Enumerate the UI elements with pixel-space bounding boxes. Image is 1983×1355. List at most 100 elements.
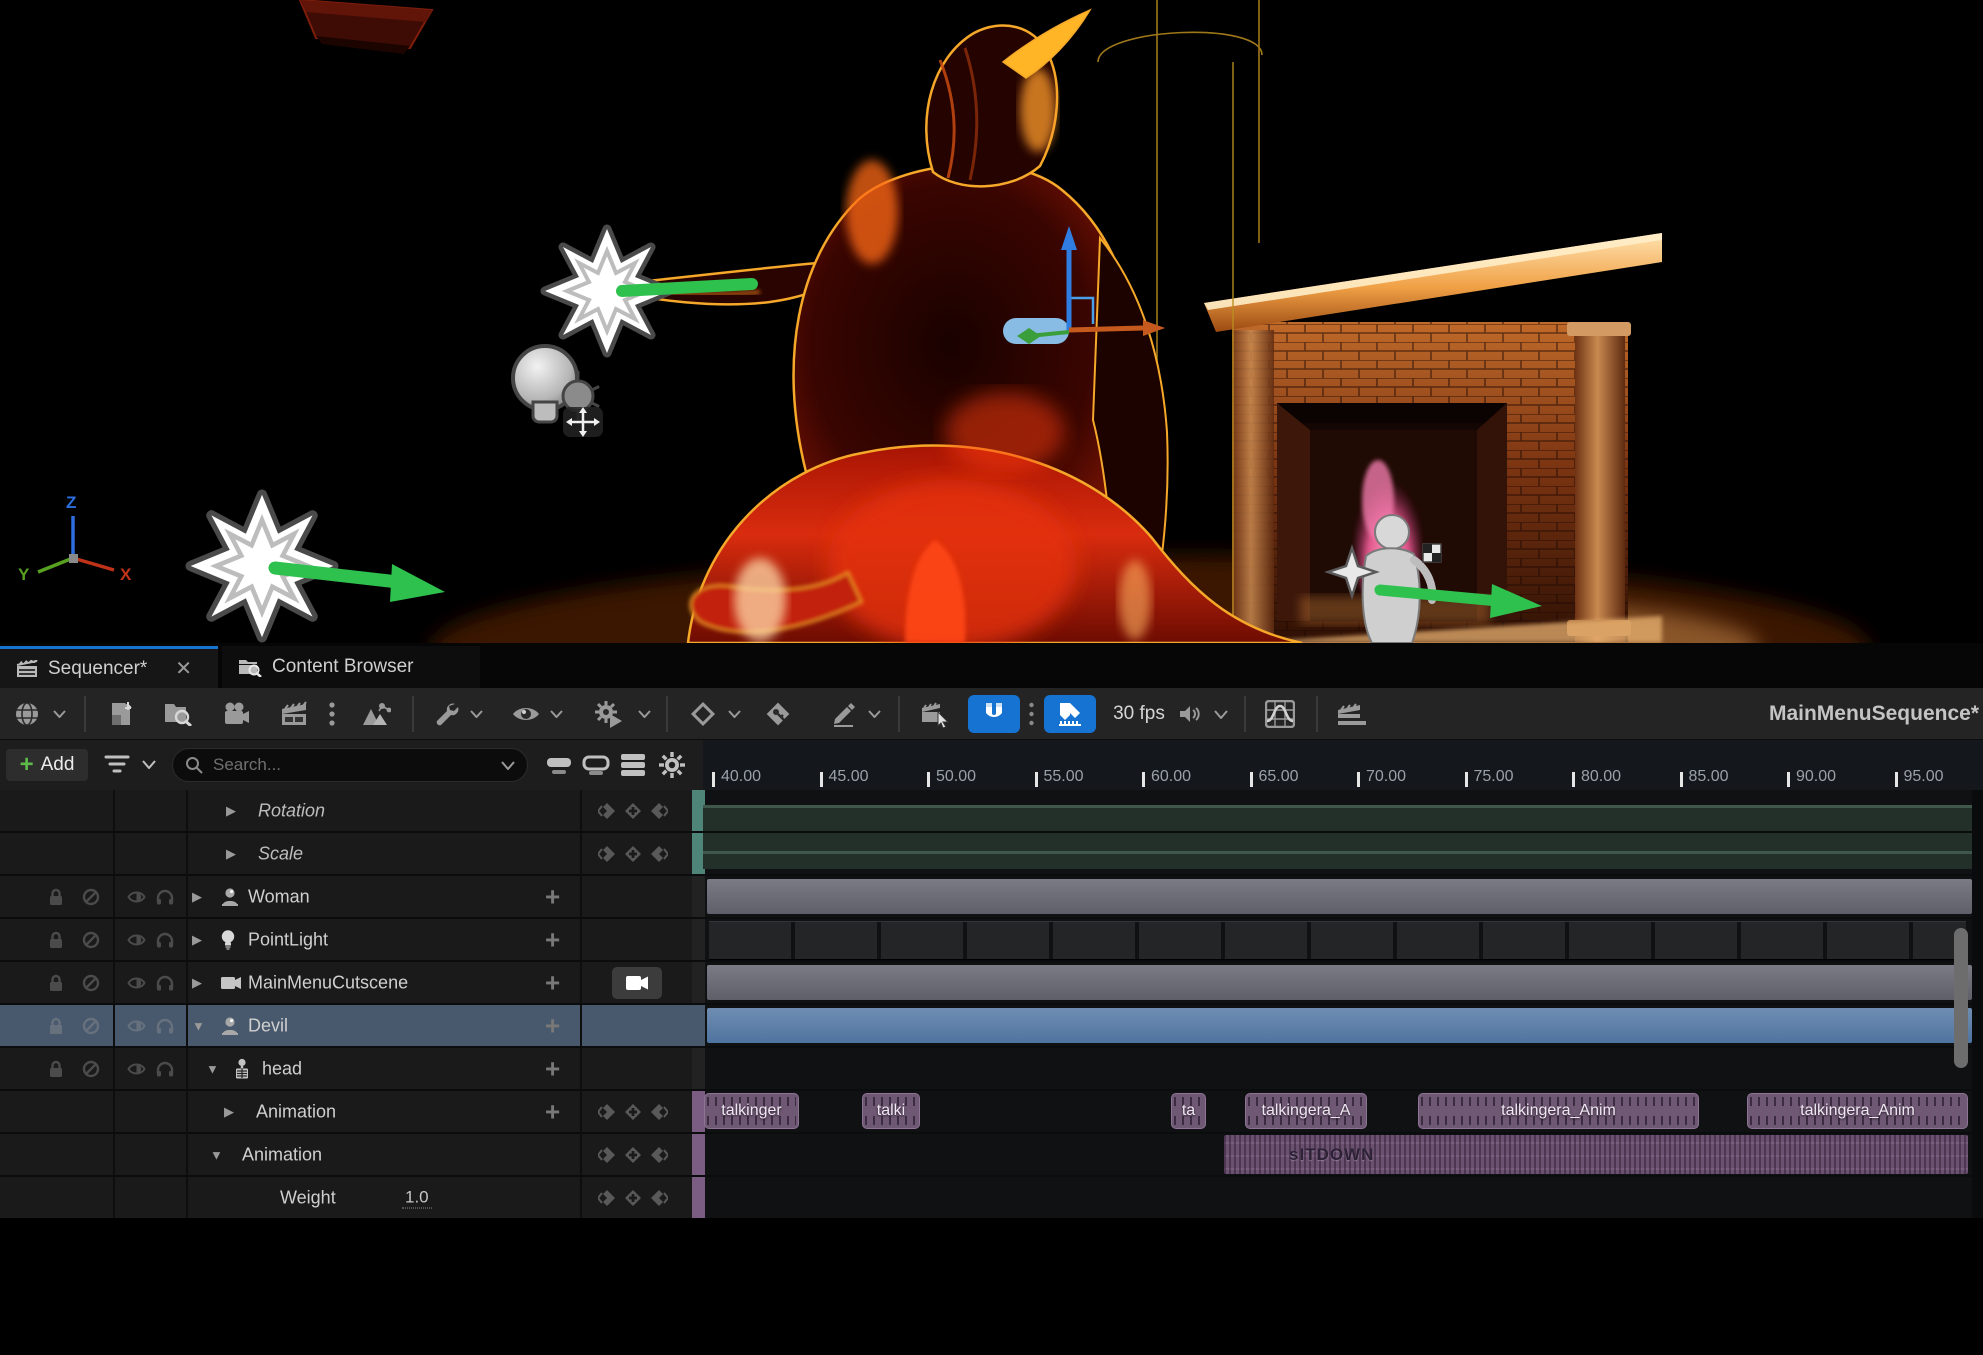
animation-clip[interactable]: talki [862,1093,920,1129]
chevron-down-icon[interactable] [1210,688,1232,740]
headphones-icon[interactable] [156,889,174,905]
expand-arrow-icon[interactable]: ▶ [226,846,236,862]
track-row-pointlight[interactable]: ▶PointLight+ [0,919,703,960]
add-section-button[interactable]: + [545,881,560,912]
track-row-animation[interactable]: ▼Animation [0,1134,703,1175]
ruler-snap-icon[interactable] [1044,695,1096,733]
animation-clip[interactable]: ta [1171,1093,1206,1129]
light-direction-arrow[interactable] [622,284,752,291]
animation-clip[interactable]: talkingera_Anim [1747,1093,1968,1129]
key-navigation-buttons[interactable] [598,1189,668,1207]
track-row-devil[interactable]: ▼Devil+ [0,1005,703,1046]
expand-arrow-icon[interactable]: ▶ [192,975,202,991]
collapse-arrow-icon[interactable]: ▼ [192,1018,205,1033]
lock-icon[interactable] [48,888,64,906]
visibility-icon[interactable] [127,1018,146,1033]
chevron-down-icon[interactable] [466,688,486,740]
lock-icon[interactable] [48,974,64,992]
size-medium-icon[interactable] [582,753,610,777]
camera-icon[interactable] [214,688,258,740]
lock-icon[interactable] [48,1060,64,1078]
track-lane-weight[interactable] [703,1177,1972,1218]
track-row-animation[interactable]: ▶Animation+ [0,1091,703,1132]
section-bar-selected[interactable] [707,1008,1972,1043]
close-icon[interactable]: ✕ [175,656,192,681]
track-lane-pointlight[interactable] [703,919,1972,960]
view-eye-icon[interactable] [504,688,548,740]
animation-clip[interactable]: talkingera_A [1245,1093,1367,1129]
expand-arrow-icon[interactable]: ▶ [192,889,202,905]
save-asset-icon[interactable] [100,688,144,740]
ban-icon[interactable] [82,888,100,906]
speaker-icon[interactable] [1176,688,1202,740]
world-icon[interactable] [6,688,48,740]
expand-arrow-icon[interactable]: ▶ [226,803,236,819]
track-row-scale[interactable]: ▶Scale [0,833,703,874]
filter-icon[interactable] [104,753,130,777]
browse-icon[interactable] [156,688,200,740]
add-section-button[interactable]: + [545,924,560,955]
keyframe-diamond-icon[interactable] [682,688,724,740]
track-lane-mainmenucutscene[interactable] [703,962,1972,1003]
key-navigation-buttons[interactable] [598,1146,668,1164]
animation-clip[interactable]: talkingera_Anim [1418,1093,1699,1129]
key-navigation-buttons[interactable] [598,802,668,820]
playback-options-icon[interactable] [586,688,632,740]
timeline-ruler[interactable]: 40.0045.0050.0055.0060.0065.0070.0075.00… [703,740,1983,790]
add-section-button[interactable]: + [545,967,560,998]
track-lane-woman[interactable] [703,876,1972,917]
edit-pencil-icon[interactable] [822,688,866,740]
weight-value-field[interactable]: 1.0 [402,1187,432,1208]
track-row-head[interactable]: ▼head+ [0,1048,703,1089]
track-lane-rotation[interactable] [703,790,1972,831]
chevron-down-icon[interactable] [634,688,654,740]
chevron-down-icon[interactable] [724,688,744,740]
vertical-dots-icon[interactable] [322,688,342,740]
light-starburst-icon-2[interactable] [191,495,445,638]
chevron-down-icon[interactable] [864,688,884,740]
snap-magnet-icon[interactable] [968,695,1020,733]
add-section-button[interactable]: + [545,1010,560,1041]
headphones-icon[interactable] [156,975,174,991]
expand-arrow-icon[interactable]: ▶ [224,1104,234,1120]
collapse-arrow-icon[interactable]: ▼ [206,1061,219,1076]
viewport-3d[interactable]: Z Y X [0,0,1983,643]
vertical-scrollbar[interactable] [1954,928,1968,1068]
headphones-icon[interactable] [156,1061,174,1077]
ban-icon[interactable] [82,931,100,949]
track-lane-devil[interactable] [703,1005,1972,1046]
search-box[interactable] [172,748,528,782]
track-lane-animation[interactable]: sITDOWN [703,1134,1972,1175]
vertical-dots-icon[interactable] [1022,688,1040,740]
sequence-name[interactable]: MainMenuSequence* [1769,688,1979,740]
chevron-down-icon[interactable] [142,760,156,769]
visibility-icon[interactable] [127,1061,146,1076]
wrench-icon[interactable] [424,688,468,740]
animation-clip[interactable]: talkinger [704,1093,799,1129]
add-section-button[interactable]: + [545,1053,560,1084]
expand-arrow-icon[interactable]: ▶ [192,932,202,948]
headphones-icon[interactable] [156,1018,174,1034]
section-bar[interactable] [707,965,1972,1000]
ban-icon[interactable] [82,974,100,992]
headphones-icon[interactable] [156,932,174,948]
add-track-button[interactable]: + Add [6,749,88,781]
devil-character[interactable] [598,10,1302,643]
size-large-icon[interactable] [619,752,647,778]
ban-icon[interactable] [82,1060,100,1078]
light-starburst-icon[interactable] [545,229,752,353]
track-row-mainmenucutscene[interactable]: ▶MainMenuCutscene+ [0,962,703,1003]
tab-content-browser[interactable]: Content Browser [222,646,480,688]
lock-icon[interactable] [48,1017,64,1035]
slate-icon[interactable] [272,688,316,740]
section-cells[interactable] [709,921,1966,960]
collapse-arrow-icon[interactable]: ▼ [210,1147,223,1162]
chevron-down-icon[interactable] [48,688,70,740]
fps-label[interactable]: 30 fps [1104,688,1174,740]
ceiling-lamp[interactable] [300,0,432,54]
track-lane-animation[interactable]: talkinger talki ta talkingera_A talkingera_A… [703,1091,1972,1132]
light-direction-arrow-2[interactable] [390,564,445,602]
ban-icon[interactable] [82,1017,100,1035]
sequence-list-icon[interactable] [1328,688,1376,740]
curve-editor-icon[interactable] [1256,688,1304,740]
